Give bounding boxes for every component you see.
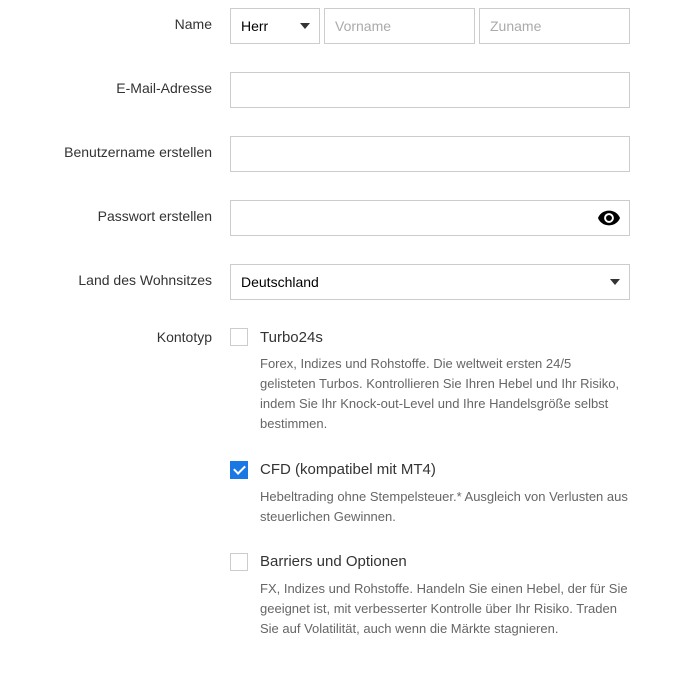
email-row: E-Mail-Adresse: [40, 72, 635, 108]
username-input[interactable]: [230, 136, 630, 172]
email-field: [230, 72, 630, 108]
cfd-description: Hebeltrading ohne Stempelsteuer.* Ausgle…: [260, 487, 630, 527]
account-type-field: Turbo24s Forex, Indizes und Rohstoffe. D…: [230, 328, 630, 665]
account-type-row: Kontotyp Turbo24s Forex, Indizes und Roh…: [40, 328, 635, 665]
option-cfd: CFD (kompatibel mit MT4) Hebeltrading oh…: [230, 461, 630, 527]
option-turbo24s: Turbo24s Forex, Indizes und Rohstoffe. D…: [230, 328, 630, 435]
cfd-title: CFD (kompatibel mit MT4): [260, 461, 436, 478]
cfd-checkbox[interactable]: [230, 461, 248, 479]
salutation-select-wrap: Herr: [230, 8, 320, 44]
password-input[interactable]: [230, 200, 630, 236]
country-select[interactable]: Deutschland: [230, 264, 630, 300]
email-input[interactable]: [230, 72, 630, 108]
turbo24s-description: Forex, Indizes und Rohstoffe. Die weltwe…: [260, 354, 630, 435]
password-row: Passwort erstellen: [40, 200, 635, 236]
barriers-description: FX, Indizes und Rohstoffe. Handeln Sie e…: [260, 579, 630, 639]
password-field: [230, 200, 630, 236]
option-turbo24s-row: Turbo24s: [230, 328, 630, 346]
option-barriers: Barriers und Optionen FX, Indizes und Ro…: [230, 553, 630, 639]
name-label: Name: [40, 8, 230, 32]
username-field: [230, 136, 630, 172]
name-field-group: Herr: [230, 8, 630, 44]
country-row: Land des Wohnsitzes Deutschland: [40, 264, 635, 300]
barriers-checkbox[interactable]: [230, 553, 248, 571]
turbo24s-checkbox[interactable]: [230, 328, 248, 346]
barriers-title: Barriers und Optionen: [260, 553, 407, 570]
firstname-input[interactable]: [324, 8, 475, 44]
name-row: Name Herr: [40, 8, 635, 44]
salutation-select[interactable]: Herr: [230, 8, 320, 44]
account-type-label: Kontotyp: [40, 328, 230, 345]
option-cfd-row: CFD (kompatibel mit MT4): [230, 461, 630, 479]
username-label: Benutzername erstellen: [40, 136, 230, 160]
password-label: Passwort erstellen: [40, 200, 230, 224]
country-field: Deutschland: [230, 264, 630, 300]
username-row: Benutzername erstellen: [40, 136, 635, 172]
option-barriers-row: Barriers und Optionen: [230, 553, 630, 571]
eye-icon[interactable]: [598, 207, 620, 229]
country-label: Land des Wohnsitzes: [40, 264, 230, 288]
turbo24s-title: Turbo24s: [260, 329, 323, 346]
lastname-input[interactable]: [479, 8, 630, 44]
email-label: E-Mail-Adresse: [40, 72, 230, 96]
country-select-wrap: Deutschland: [230, 264, 630, 300]
